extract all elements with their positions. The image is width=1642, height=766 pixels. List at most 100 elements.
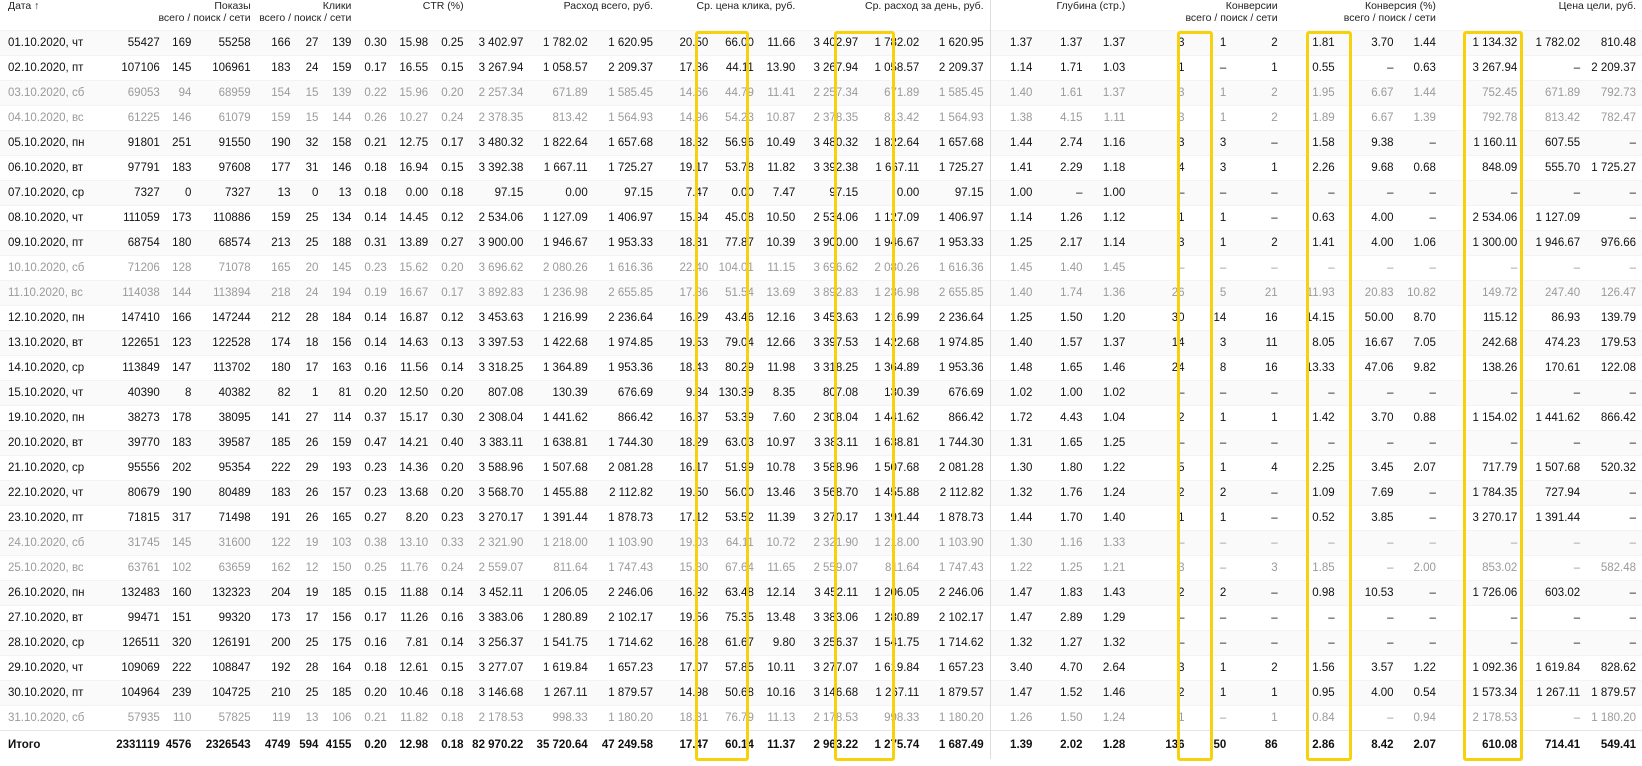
row-value-cell: 1.70 (1038, 504, 1089, 530)
row-value-cell: 1 (1190, 229, 1233, 255)
row-value-cell: – (1131, 429, 1191, 455)
row-value-cell: – (1586, 254, 1642, 280)
header-date[interactable]: Дата ↑ (0, 0, 110, 30)
row-value-cell: 1 267.11 (864, 679, 926, 705)
table-row: 11.10.2020, вс 114038 144 113894 218 24 194 0.1… (0, 279, 1642, 305)
row-value-cell: 14 (1131, 329, 1191, 355)
total-value-cell: 1 687.49 (925, 729, 991, 759)
row-value-cell: 1.22 (1088, 454, 1132, 480)
row-value-cell: 26 (296, 429, 325, 455)
row-value-cell: 18.32 (659, 129, 715, 155)
row-value-cell: 194 (324, 279, 358, 305)
row-value-cell: 156 (324, 329, 358, 355)
row-value-cell: 130.39 (864, 379, 926, 405)
row-value-cell: 91550 (197, 129, 257, 155)
row-value-cell: 1.85 (1283, 554, 1341, 580)
row-value-cell: 1.61 (1038, 79, 1089, 105)
row-value-cell: 106 (324, 704, 358, 730)
row-value-cell: 179.53 (1586, 329, 1642, 355)
row-value-cell: 113894 (197, 279, 257, 305)
row-value-cell: 555.70 (1523, 154, 1587, 180)
row-value-cell: 2 (1190, 579, 1233, 605)
row-value-cell: 14.45 (392, 204, 435, 230)
row-value-cell: 16.17 (659, 454, 715, 480)
row-value-cell: 3 267.94 (1441, 54, 1524, 80)
row-value-cell: 1 180.20 (1586, 704, 1642, 730)
row-value-cell: 77.87 (714, 229, 760, 255)
row-value-cell: 159 (324, 54, 358, 80)
row-value-cell: 1 206.05 (529, 579, 594, 605)
row-value-cell: 1.09 (1283, 479, 1341, 505)
row-date-cell: 13.10.2020, вт (0, 329, 111, 355)
row-value-cell: 13.33 (1283, 354, 1341, 380)
row-value-cell: 19 (296, 529, 325, 555)
row-value-cell: 106961 (197, 54, 257, 80)
row-value-cell: 31 (296, 154, 325, 180)
row-value-cell: 1.29 (1088, 604, 1132, 630)
row-value-cell: 1.02 (1088, 379, 1132, 405)
row-value-cell: 126191 (197, 629, 257, 655)
row-value-cell: 40390 (110, 379, 166, 405)
total-value-cell: 1 275.74 (864, 729, 926, 759)
total-value-cell: 2 963.22 (801, 729, 865, 759)
row-value-cell: 55258 (197, 29, 257, 55)
row-value-cell: 1 206.05 (864, 579, 926, 605)
row-value-cell: – (1586, 479, 1642, 505)
row-value-cell: 1.16 (1088, 129, 1132, 155)
row-value-cell: 0.19 (357, 279, 393, 305)
row-value-cell: 8.20 (392, 504, 435, 530)
row-value-cell: 853.02 (1441, 554, 1524, 580)
total-value-cell: 8.42 (1340, 729, 1400, 759)
row-value-cell: 6.67 (1340, 79, 1400, 105)
total-label: Итого (0, 729, 111, 759)
row-value-cell: 247.40 (1523, 279, 1587, 305)
row-value-cell: 25 (296, 229, 325, 255)
row-value-cell: – (1340, 529, 1400, 555)
header-conversions[interactable]: Конверсии всего / поиск / сети (1131, 0, 1283, 30)
row-value-cell: 1 782.02 (1523, 29, 1587, 55)
row-value-cell: 113702 (197, 354, 257, 380)
row-value-cell: 1 391.44 (864, 504, 926, 530)
row-value-cell: 1 782.02 (864, 29, 926, 55)
row-value-cell: 2 236.64 (593, 304, 660, 330)
total-value-cell: 2326543 (197, 729, 257, 759)
row-value-cell: 159 (256, 204, 297, 230)
row-value-cell: 16.29 (659, 304, 715, 330)
row-value-cell: 69053 (110, 79, 166, 105)
row-value-cell: 0.30 (434, 404, 470, 430)
header-ctr[interactable]: CTR (%) (357, 0, 469, 30)
row-value-cell: 160 (165, 579, 198, 605)
row-value-cell: 139.79 (1586, 304, 1642, 330)
row-value-cell: 1.37 (1088, 329, 1132, 355)
row-date-cell: 10.10.2020, сб (0, 254, 111, 280)
row-value-cell: 10.49 (759, 129, 802, 155)
row-value-cell: 0 (165, 179, 198, 205)
header-conversion-rate[interactable]: Конверсия (%) всего / поиск / сети (1284, 0, 1442, 30)
row-value-cell: 1.39 (1399, 104, 1442, 130)
header-clicks[interactable]: Клики всего / поиск / сети (257, 0, 358, 30)
header-daily-cost[interactable]: Ср. расход за день, руб. (801, 0, 991, 30)
row-value-cell: 1 657.23 (593, 654, 660, 680)
row-value-cell: 0.15 (357, 579, 393, 605)
header-cpc[interactable]: Ср. цена клика, руб. (659, 0, 801, 30)
row-value-cell: – (1523, 604, 1587, 630)
row-value-cell: 166 (165, 304, 198, 330)
row-value-cell: 47.06 (1340, 354, 1400, 380)
header-shows[interactable]: Показы всего / поиск / сети (110, 0, 256, 30)
row-value-cell: 151 (165, 604, 198, 630)
row-value-cell: 147410 (110, 304, 166, 330)
row-value-cell: – (1399, 604, 1442, 630)
header-goal-cost[interactable]: Цена цели, руб. (1442, 0, 1642, 30)
header-cost[interactable]: Расход всего, руб. (470, 0, 659, 30)
row-value-cell: 15.98 (392, 29, 435, 55)
row-value-cell: 671.89 (529, 79, 594, 105)
row-value-cell: 1 667.11 (864, 154, 926, 180)
row-value-cell: 813.42 (1523, 104, 1587, 130)
row-value-cell: 828.62 (1586, 654, 1642, 680)
row-value-cell: 18.31 (659, 704, 715, 730)
row-value-cell: 3 452.11 (801, 579, 865, 605)
row-value-cell: 1.00 (1038, 379, 1089, 405)
row-value-cell: 14.98 (659, 679, 715, 705)
header-depth[interactable]: Глубина (стр.) (990, 0, 1131, 30)
row-value-cell: 2 321.90 (469, 529, 530, 555)
